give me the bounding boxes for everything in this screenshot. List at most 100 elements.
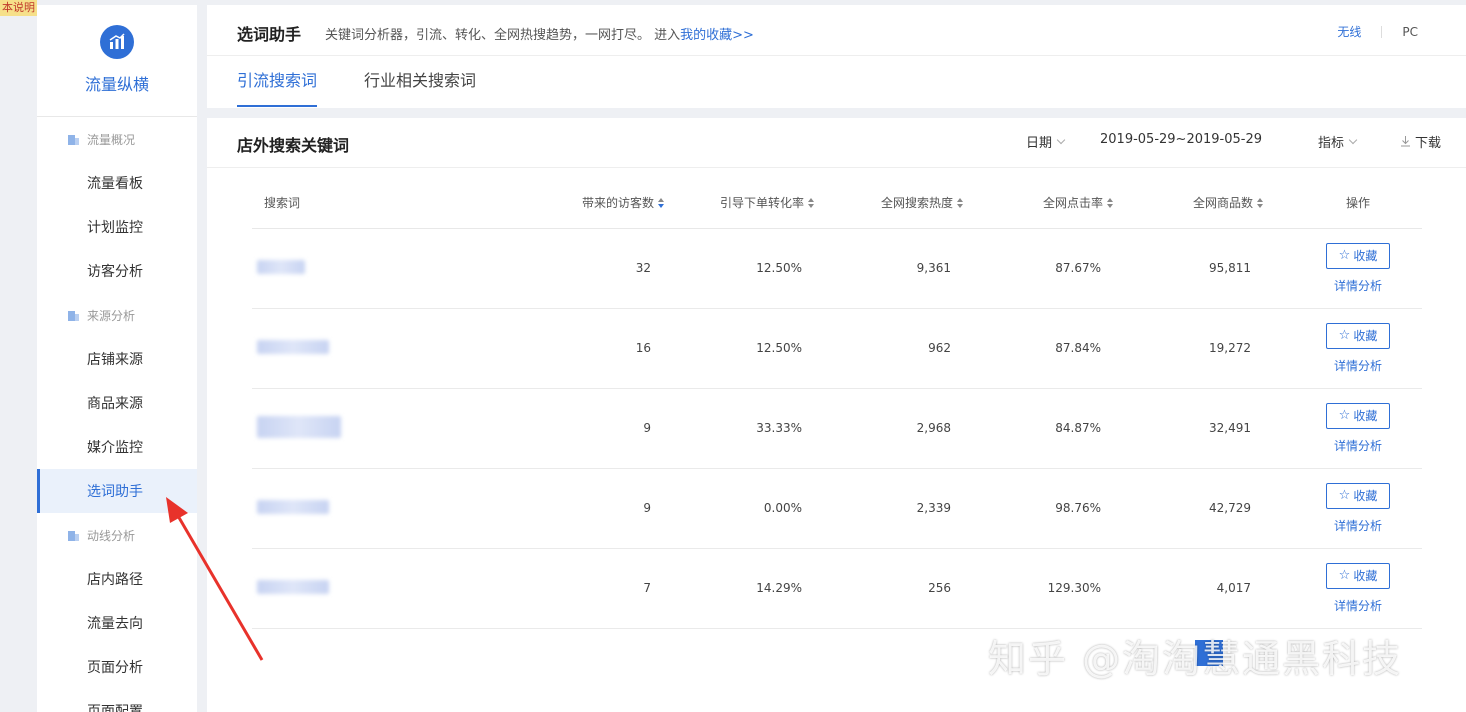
nav-group-label: 来源分析	[87, 308, 136, 323]
detail-analysis-link[interactable]: 详情分析	[1294, 597, 1422, 614]
item-count-cell: 42,729	[1114, 468, 1264, 549]
actions-cell: ☆ 收藏 详情分析	[1264, 308, 1422, 389]
star-icon: ☆	[1338, 488, 1351, 503]
switch-wireless[interactable]: 无线	[1337, 23, 1361, 40]
nav-group-source: 来源分析	[37, 293, 197, 337]
star-icon: ☆	[1338, 568, 1351, 583]
building-icon	[67, 529, 80, 541]
metric-filter[interactable]: 指标	[1317, 132, 1358, 151]
conversion-cell: 33.33%	[665, 388, 815, 469]
sort-icon	[1257, 198, 1264, 209]
sidebar-item-page-config[interactable]: 页面配置	[37, 689, 197, 712]
corner-tag: 本说明	[0, 0, 37, 16]
my-favorites-link[interactable]: 我的收藏>>	[680, 28, 754, 43]
col-search-heat-label: 全网搜索热度	[880, 196, 953, 211]
keyword-panel: 店外搜索关键词 日期 2019-05-29~2019-05-29 指标 下载 搜…	[207, 118, 1466, 712]
sidebar-item-traffic-exit[interactable]: 流量去向	[37, 601, 197, 645]
visitors-cell: 9	[457, 468, 665, 549]
keyword-cell[interactable]	[252, 228, 457, 309]
col-conversion[interactable]: 引导下单转化率	[665, 178, 815, 229]
search-heat-cell: 256	[815, 548, 964, 629]
actions-cell: ☆ 收藏 详情分析	[1264, 548, 1422, 629]
sidebar-item-store-path[interactable]: 店内路径	[37, 557, 197, 601]
favorite-label: 收藏	[1353, 329, 1378, 343]
detail-analysis-link[interactable]: 详情分析	[1294, 357, 1422, 374]
metric-filter-label: 指标	[1317, 136, 1344, 151]
conversion-cell: 12.50%	[665, 308, 815, 389]
favorite-button[interactable]: ☆ 收藏	[1326, 562, 1390, 589]
item-count-cell: 4,017	[1114, 548, 1264, 629]
tab-traffic-keywords[interactable]: 引流搜索词	[237, 67, 318, 107]
ctr-cell: 87.84%	[964, 308, 1114, 389]
detail-analysis-link[interactable]: 详情分析	[1294, 437, 1422, 454]
panel-divider	[207, 167, 1466, 168]
col-item-count-label: 全网商品数	[1192, 196, 1253, 211]
keyword-cell[interactable]	[252, 548, 457, 629]
col-search-heat[interactable]: 全网搜索热度	[815, 178, 964, 229]
favorite-button[interactable]: ☆ 收藏	[1326, 242, 1390, 269]
sidebar-item-media-monitor[interactable]: 媒介监控	[37, 425, 197, 469]
sidebar-item-visitor-analysis[interactable]: 访客分析	[37, 249, 197, 293]
chevron-down-icon	[1348, 135, 1358, 144]
table-row: 9 33.33% 2,968 84.87% 32,491 ☆ 收藏 详情分析	[252, 388, 1422, 469]
star-icon: ☆	[1338, 408, 1351, 423]
col-conversion-label: 引导下单转化率	[719, 196, 804, 211]
chevron-down-icon	[1056, 135, 1066, 144]
visitors-cell: 9	[457, 388, 665, 469]
sidebar-item-traffic-board[interactable]: 流量看板	[37, 161, 197, 205]
keyword-cell[interactable]	[252, 468, 457, 549]
detail-analysis-link[interactable]: 详情分析	[1294, 517, 1422, 534]
nav-group-flow: 动线分析	[37, 513, 197, 557]
sidebar-item-shop-source[interactable]: 店铺来源	[37, 337, 197, 381]
col-keyword: 搜索词	[252, 178, 457, 229]
header: 选词助手 关键词分析器，引流、转化、全网热搜趋势，一网打尽。 进入我的收藏>> …	[207, 5, 1466, 108]
col-visitors[interactable]: 带来的访客数	[457, 178, 665, 229]
actions-cell: ☆ 收藏 详情分析	[1264, 388, 1422, 469]
keyword-cell[interactable]	[252, 388, 457, 469]
col-visitors-label: 带来的访客数	[581, 196, 654, 211]
ctr-cell: 87.67%	[964, 228, 1114, 309]
blurred-keyword	[257, 339, 329, 354]
switch-pc[interactable]: PC	[1402, 25, 1418, 39]
building-icon	[67, 133, 80, 145]
visitors-cell: 32	[457, 228, 665, 309]
sidebar-item-plan-monitor[interactable]: 计划监控	[37, 205, 197, 249]
blurred-keyword	[257, 579, 329, 594]
sidebar-item-product-source[interactable]: 商品来源	[37, 381, 197, 425]
download-label: 下载	[1414, 136, 1441, 151]
table-row: 7 14.29% 256 129.30% 4,017 ☆ 收藏 详情分析	[252, 548, 1422, 629]
download-button[interactable]: 下载	[1400, 132, 1441, 151]
star-icon: ☆	[1338, 328, 1351, 343]
table-row: 32 12.50% 9,361 87.67% 95,811 ☆ 收藏 详情分析	[252, 228, 1422, 309]
col-ctr[interactable]: 全网点击率	[964, 178, 1114, 229]
date-range[interactable]: 2019-05-29~2019-05-29	[1100, 132, 1262, 147]
date-filter[interactable]: 日期	[1026, 132, 1066, 151]
favorite-button[interactable]: ☆ 收藏	[1326, 402, 1390, 429]
panel-title: 店外搜索关键词	[237, 136, 350, 155]
conversion-cell: 0.00%	[665, 468, 815, 549]
col-actions: 操作	[1264, 178, 1422, 229]
col-item-count[interactable]: 全网商品数	[1114, 178, 1264, 229]
keyword-cell[interactable]	[252, 308, 457, 389]
search-heat-cell: 2,339	[815, 468, 964, 549]
favorite-button[interactable]: ☆ 收藏	[1326, 482, 1390, 509]
item-count-cell: 32,491	[1114, 388, 1264, 469]
search-heat-cell: 2,968	[815, 388, 964, 469]
search-heat-cell: 9,361	[815, 228, 964, 309]
favorite-label: 收藏	[1353, 249, 1378, 263]
tab-industry-keywords[interactable]: 行业相关搜索词	[364, 67, 476, 107]
download-icon	[1400, 136, 1410, 147]
description-text: 关键词分析器，引流、转化、全网热搜趋势，一网打尽。 进入	[325, 28, 681, 43]
watermark: 知乎 @淘淘慧通黑科技	[988, 637, 1403, 681]
sidebar-item-page-analysis[interactable]: 页面分析	[37, 645, 197, 689]
sidebar-item-keyword-assistant[interactable]: 选词助手	[37, 469, 197, 513]
favorite-label: 收藏	[1353, 409, 1378, 423]
star-icon: ☆	[1338, 248, 1351, 263]
actions-cell: ☆ 收藏 详情分析	[1264, 228, 1422, 309]
item-count-cell: 95,811	[1114, 228, 1264, 309]
header-divider	[207, 55, 1466, 56]
detail-analysis-link[interactable]: 详情分析	[1294, 277, 1422, 294]
conversion-cell: 12.50%	[665, 228, 815, 309]
favorite-button[interactable]: ☆ 收藏	[1326, 322, 1390, 349]
page-description: 关键词分析器，引流、转化、全网热搜趋势，一网打尽。 进入我的收藏>>	[325, 24, 754, 43]
